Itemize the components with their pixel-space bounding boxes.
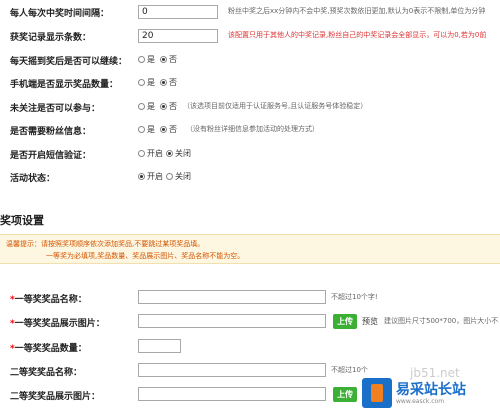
unfollowed-yes[interactable]: 是 <box>138 101 155 112</box>
unfollowed-no[interactable]: 否 <box>160 101 177 112</box>
continue-row: 每天摇到奖后是否可以继续： 是 否 <box>0 51 500 69</box>
first-name-hint: 不超过10个字! <box>331 293 378 301</box>
tip-line-1: 温馨提示：请按照奖项顺序依次添加奖品,不要跳过某项奖品填。 <box>6 240 205 248</box>
first-count-input[interactable] <box>138 339 181 353</box>
unfollowed-label: 未关注是否可以参与： <box>10 104 101 114</box>
sms-off[interactable]: 关闭 <box>166 148 191 159</box>
first-image-input[interactable] <box>138 314 326 328</box>
radio-checked-icon <box>160 103 167 110</box>
first-image-upload-button[interactable]: 上传 <box>333 314 357 329</box>
interval-hint: 粉丝中奖之后xx分钟内不会中奖,预奖次数依旧更加,默认为0表示不限制,单位为分钟 <box>228 7 486 15</box>
watermark-brand-url: www.easck.com <box>396 398 445 405</box>
second-name-hint: 不超过10个 <box>331 366 368 374</box>
status-row: 活动状态： 开启 关闭 <box>0 168 500 186</box>
first-name-label: 一等奖奖品名称： <box>14 295 87 305</box>
fan-info-yes[interactable]: 是 <box>138 124 155 135</box>
continue-label: 每天摇到奖后是否可以继续： <box>10 57 128 67</box>
unfollowed-row: 未关注是否可以参与： 是 否 （该选项目前仅适用于认证服务号,且认证服务号体验稳… <box>0 98 500 116</box>
mobile-count-row: 手机端是否显示奖品数量： 是 否 <box>0 74 500 92</box>
mobile-count-yes[interactable]: 是 <box>138 77 155 88</box>
fan-info-no[interactable]: 否 <box>160 124 177 135</box>
interval-input[interactable]: 0 <box>138 5 218 19</box>
record-count-hint: 该配置只用于其他人的中奖记录,粉丝自己的中奖记录会全部显示，可以为0,若为0前 <box>228 31 487 39</box>
second-name-label: 二等奖奖品名称： <box>10 368 83 378</box>
first-image-row: *一等奖奖品展示图片： 上传 预览 建议图片尺寸500*700，图片大小不 <box>0 313 500 331</box>
tip-box: 温馨提示：请按照奖项顺序依次添加奖品,不要跳过某项奖品填。 一等奖为必填项,奖品… <box>0 234 500 264</box>
first-count-row: *一等奖奖品数量： <box>0 338 500 356</box>
status-off[interactable]: 关闭 <box>166 171 191 182</box>
first-name-row: *一等奖奖品名称： 不超过10个字! <box>0 289 500 307</box>
radio-checked-icon <box>138 173 145 180</box>
first-image-hint: 建议图片尺寸500*700，图片大小不 <box>384 317 499 325</box>
prize-section-title: 奖项设置 <box>0 214 44 227</box>
interval-label: 每人每次中奖时间间隔： <box>10 9 110 19</box>
status-label: 活动状态： <box>10 174 56 184</box>
record-count-label: 获奖记录显示条数： <box>10 33 92 43</box>
fan-info-row: 是否需要粉丝信息： 是 否 （没有粉丝详细信息参加活动的处理方式） <box>0 121 500 139</box>
continue-no[interactable]: 否 <box>160 54 177 65</box>
fan-info-hint: （没有粉丝详细信息参加活动的处理方式） <box>186 125 319 133</box>
second-image-label: 二等奖奖品展示图片： <box>10 392 101 402</box>
sms-on[interactable]: 开启 <box>138 148 163 159</box>
mobile-count-label: 手机端是否显示奖品数量： <box>10 80 119 90</box>
sms-row: 是否开启短信验证： 开启 关闭 <box>0 145 500 163</box>
watermark-brand: 易采站长站 <box>396 382 466 398</box>
record-count-row: 获奖记录显示条数： 20 该配置只用于其他人的中奖记录,粉丝自己的中奖记录会全部… <box>0 27 500 45</box>
radio-icon <box>138 79 145 86</box>
first-image-label: 一等奖奖品展示图片： <box>14 319 105 329</box>
tip-line-2: 一等奖为必填项,奖品数量、奖品展示图片、奖品名称不能为空。 <box>46 252 245 260</box>
radio-checked-icon <box>166 150 173 157</box>
radio-checked-icon <box>160 79 167 86</box>
second-name-input[interactable] <box>138 363 326 377</box>
unfollowed-hint: （该选项目前仅适用于认证服务号,且认证服务号体验稳定） <box>183 102 368 110</box>
record-count-input[interactable]: 20 <box>138 29 218 43</box>
first-count-label: 一等奖奖品数量： <box>14 344 87 354</box>
fan-info-label: 是否需要粉丝信息： <box>10 127 92 137</box>
second-image-input[interactable] <box>138 387 326 401</box>
watermark-logo: 易采站长站 www.easck.com <box>362 376 500 409</box>
interval-row: 每人每次中奖时间间隔： 0 粉丝中奖之后xx分钟内不会中奖,预奖次数依旧更加,默… <box>0 3 500 21</box>
radio-icon <box>138 56 145 63</box>
radio-icon <box>166 173 173 180</box>
mobile-count-no[interactable]: 否 <box>160 77 177 88</box>
status-on[interactable]: 开启 <box>138 171 163 182</box>
radio-icon <box>138 126 145 133</box>
first-image-preview[interactable]: 预览 <box>362 316 378 327</box>
sms-label: 是否开启短信验证： <box>10 151 92 161</box>
first-name-input[interactable] <box>138 290 326 304</box>
radio-checked-icon <box>160 126 167 133</box>
brand-logo-icon <box>362 378 392 408</box>
radio-icon <box>138 103 145 110</box>
radio-checked-icon <box>160 56 167 63</box>
continue-yes[interactable]: 是 <box>138 54 155 65</box>
radio-icon <box>138 150 145 157</box>
second-image-upload-button[interactable]: 上传 <box>333 387 357 402</box>
